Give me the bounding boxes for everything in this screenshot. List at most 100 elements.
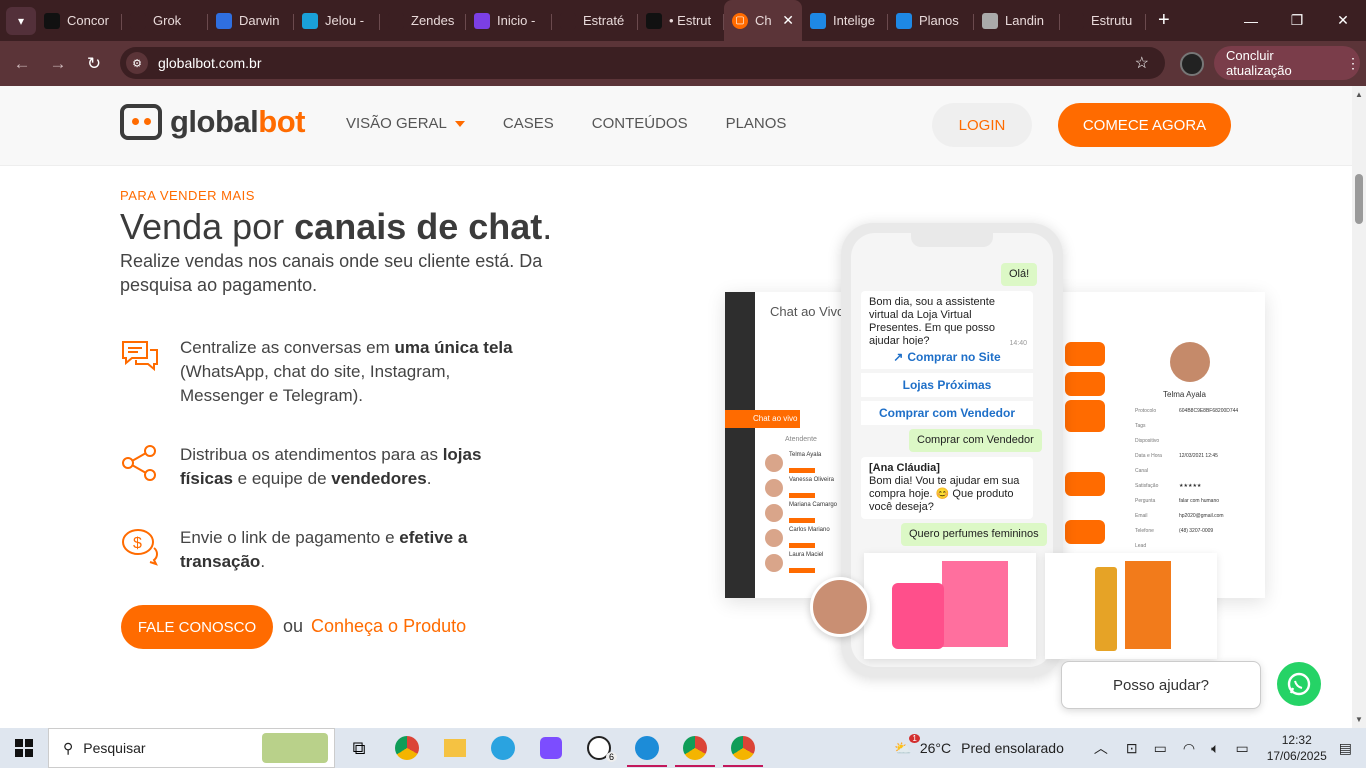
- minimize-icon[interactable]: —: [1228, 0, 1274, 41]
- tab[interactable]: Intelige: [802, 5, 888, 37]
- tab[interactable]: Estrutu: [1060, 5, 1146, 37]
- reload-icon[interactable]: ↻: [76, 54, 112, 74]
- close-window-icon[interactable]: ✕: [1320, 0, 1366, 41]
- scroll-down-icon[interactable]: ▼: [1355, 715, 1363, 724]
- update-button[interactable]: Concluir atualização ⋮: [1214, 46, 1360, 80]
- whatsapp-icon: [1287, 672, 1311, 696]
- landing-icon: [982, 12, 998, 29]
- store-icon[interactable]: [527, 728, 575, 768]
- tab-active[interactable]: ▢ Ch ✕: [724, 0, 802, 41]
- task-view-icon[interactable]: ⧉: [335, 728, 383, 768]
- login-button[interactable]: LOGIN: [932, 103, 1032, 147]
- wifi-icon[interactable]: ◠: [1183, 740, 1195, 757]
- tab-label: Landin: [1005, 13, 1045, 28]
- contact-name: Mariana Camargo: [789, 502, 838, 508]
- new-tab-button[interactable]: +: [1158, 9, 1170, 32]
- time: 12:32: [1281, 733, 1312, 747]
- chevron-up-icon[interactable]: ︿: [1094, 738, 1108, 758]
- tab[interactable]: • Estrut: [638, 5, 724, 37]
- tab[interactable]: Darwin: [208, 5, 294, 37]
- caret-down-icon: [454, 121, 465, 128]
- page-scrollbar[interactable]: ▲ ▼: [1352, 86, 1366, 728]
- menu-cases[interactable]: CASES: [503, 115, 554, 132]
- clock[interactable]: 12:32 17/06/2025: [1267, 732, 1327, 764]
- taskbar-search[interactable]: ⚲ Pesquisar: [48, 728, 335, 768]
- feature-centralize: Centralize as conversas em uma única tel…: [120, 336, 513, 405]
- tab[interactable]: Jelou -: [294, 5, 380, 37]
- quick-reply-seller[interactable]: Comprar com Vendedor: [861, 401, 1033, 425]
- tab[interactable]: Zendes: [380, 5, 466, 37]
- weather-icon[interactable]: ⛅ 1: [894, 733, 920, 757]
- back-icon[interactable]: ←: [4, 54, 40, 74]
- svg-text:$: $: [133, 535, 142, 552]
- contact-tag: [789, 468, 815, 473]
- notifications-icon[interactable]: ▤: [1339, 740, 1352, 757]
- phone-notch: [911, 233, 993, 247]
- display-icon[interactable]: ▭: [1235, 740, 1248, 757]
- meet-icon[interactable]: ⊡: [1126, 740, 1138, 757]
- menu-planos[interactable]: PLANOS: [726, 115, 787, 132]
- battery-icon[interactable]: ▭: [1154, 740, 1167, 757]
- active-indicator: [627, 765, 667, 767]
- tab-search-button[interactable]: ▾: [6, 6, 36, 35]
- page-title: Venda por canais de chat.: [120, 206, 553, 247]
- close-icon[interactable]: ✕: [782, 12, 794, 29]
- start-button[interactable]: [0, 739, 48, 757]
- scroll-thumb[interactable]: [1355, 174, 1363, 224]
- chrome-profile-icon[interactable]: [671, 728, 719, 768]
- chrome-profile-2-icon[interactable]: [719, 728, 767, 768]
- weather-temp[interactable]: 26°C: [920, 740, 951, 756]
- feature-text: Envie o link de pagamento e efetive a tr…: [180, 528, 468, 571]
- tab-label: Concor: [67, 13, 109, 28]
- contact-name: Carlos Mariano: [789, 527, 830, 533]
- tab-label: Ch: [755, 13, 772, 28]
- bookmark-star-icon[interactable]: ☆: [1135, 53, 1149, 73]
- profile-avatar[interactable]: [1180, 52, 1204, 76]
- url-input[interactable]: ⚙ globalbot.com.br ☆: [120, 47, 1165, 79]
- product-card-pink: [864, 553, 1036, 659]
- tab[interactable]: Landin: [974, 5, 1060, 37]
- tab[interactable]: Inicio -: [466, 5, 552, 37]
- whatsapp-taskbar-icon[interactable]: 6: [575, 728, 623, 768]
- scroll-up-icon[interactable]: ▲: [1355, 90, 1363, 99]
- maximize-icon[interactable]: ❐: [1274, 0, 1320, 41]
- file-explorer-icon[interactable]: [431, 728, 479, 768]
- globalbot-logo[interactable]: globalbot: [120, 104, 305, 140]
- menu-dots-icon[interactable]: ⋮: [1346, 55, 1360, 72]
- product-link[interactable]: Conheça o Produto: [311, 616, 466, 637]
- tab[interactable]: Grok: [122, 5, 208, 37]
- menu-conteudos[interactable]: CONTEÚDOS: [592, 115, 688, 132]
- date: 17/06/2025: [1266, 749, 1327, 763]
- contact-avatar: [765, 504, 783, 522]
- contact-tag: [789, 493, 815, 498]
- url-text: globalbot.com.br: [158, 55, 262, 71]
- tab[interactable]: Planos: [888, 5, 974, 37]
- edge-icon[interactable]: [623, 728, 671, 768]
- tab-label: Planos: [919, 13, 959, 28]
- chat-icon: [810, 12, 826, 29]
- chatgpt-icon: [1068, 12, 1084, 29]
- feature-text: Distribua os atendimentos para as lojas …: [180, 445, 482, 488]
- logo-mark-icon: [120, 104, 162, 140]
- contact-name: Vanessa Oliveira: [789, 477, 834, 483]
- chat-message: Quero perfumes femininos: [901, 523, 1047, 546]
- chrome-icon[interactable]: [383, 728, 431, 768]
- menu-visao-geral[interactable]: VISÃO GERAL: [346, 115, 465, 132]
- tab[interactable]: Concor: [36, 5, 122, 37]
- telegram-icon[interactable]: [479, 728, 527, 768]
- tab[interactable]: Estraté: [552, 5, 638, 37]
- forward-icon[interactable]: →: [40, 54, 76, 74]
- quick-reply-buy-site[interactable]: ↗ Comprar no Site: [861, 345, 1033, 369]
- contact-button[interactable]: FALE CONOSCO: [121, 605, 273, 649]
- site-info-icon[interactable]: ⚙: [126, 52, 148, 74]
- quick-reply-stores[interactable]: Lojas Próximas: [861, 373, 1033, 397]
- windows-icon: [15, 739, 33, 757]
- search-placeholder: Pesquisar: [83, 740, 146, 756]
- help-chat-button[interactable]: Posso ajudar?: [1061, 661, 1261, 709]
- whatsapp-button[interactable]: [1277, 662, 1321, 706]
- weather-text[interactable]: Pred ensolarado: [961, 740, 1064, 756]
- volume-icon[interactable]: 🔈︎: [1211, 740, 1219, 757]
- site-header: globalbot VISÃO GERAL CASES CONTEÚDOS PL…: [0, 86, 1352, 166]
- start-now-button[interactable]: COMECE AGORA: [1058, 103, 1231, 147]
- tab-label: Intelige: [833, 13, 875, 28]
